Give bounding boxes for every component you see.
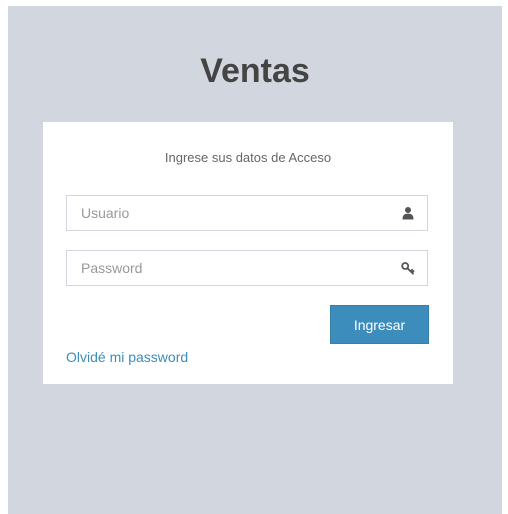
password-field <box>66 250 428 286</box>
key-icon <box>401 261 415 275</box>
login-button[interactable]: Ingresar <box>330 305 429 344</box>
login-box: Ingrese sus datos de Acceso Ingresar Olv… <box>43 122 453 384</box>
username-input[interactable] <box>67 196 397 230</box>
forgot-password-link[interactable]: Olvidé mi password <box>66 349 188 365</box>
login-page-background: Ventas Ingrese sus datos de Acceso Ingre… <box>8 6 502 514</box>
password-input[interactable] <box>67 251 397 285</box>
user-icon <box>401 206 415 220</box>
login-box-message: Ingrese sus datos de Acceso <box>164 150 332 165</box>
username-field <box>66 195 428 231</box>
app-title: Ventas <box>200 52 310 90</box>
